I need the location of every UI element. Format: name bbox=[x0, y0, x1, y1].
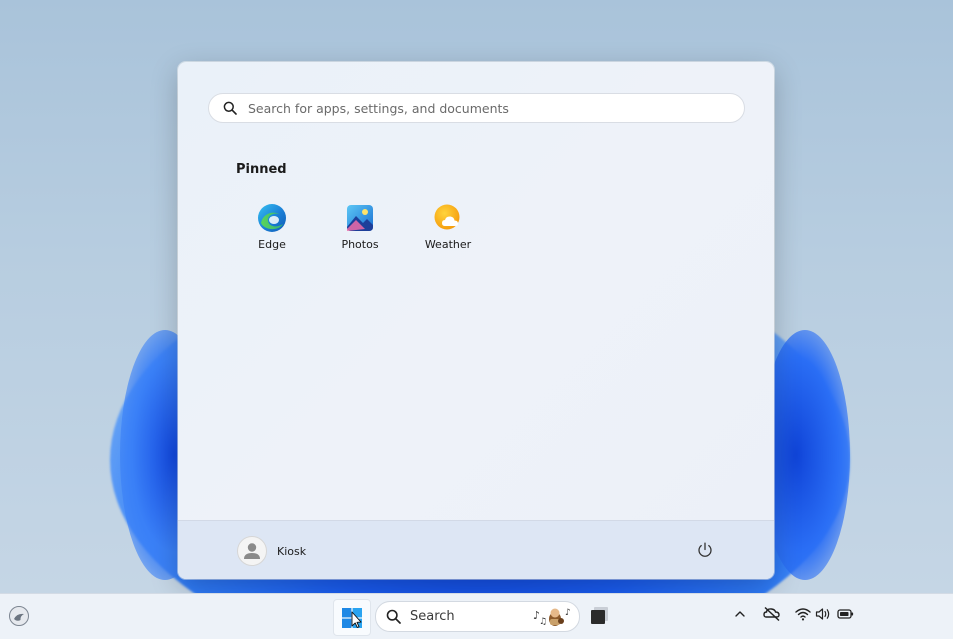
pinned-app-label: Weather bbox=[424, 238, 472, 251]
start-menu-footer: Kiosk bbox=[178, 520, 774, 579]
user-avatar-icon bbox=[237, 536, 267, 566]
start-button[interactable] bbox=[333, 599, 371, 636]
pinned-app-label: Edge bbox=[258, 238, 286, 251]
user-name: Kiosk bbox=[277, 544, 307, 558]
start-search-input[interactable] bbox=[248, 100, 718, 116]
power-icon[interactable] bbox=[696, 541, 714, 559]
photos-icon bbox=[345, 203, 375, 233]
pinned-app-label: Photos bbox=[341, 238, 379, 251]
pinned-apps-grid: Edge Photos Weather bbox=[228, 194, 492, 268]
wifi-icon[interactable] bbox=[795, 607, 811, 621]
edge-icon bbox=[257, 203, 287, 233]
svg-text:♫: ♫ bbox=[539, 617, 547, 627]
svg-text:♪: ♪ bbox=[565, 608, 571, 618]
chevron-up-icon[interactable] bbox=[733, 607, 747, 621]
start-menu: Pinned bbox=[178, 62, 774, 579]
pinned-app-weather[interactable]: Weather bbox=[404, 194, 492, 268]
pinned-app-photos[interactable]: Photos bbox=[316, 194, 404, 268]
volume-icon[interactable] bbox=[815, 607, 831, 621]
user-account-button[interactable]: Kiosk bbox=[237, 536, 306, 566]
search-highlight-icon[interactable]: ♪ ♫ ♪ bbox=[531, 604, 573, 629]
widgets-icon[interactable] bbox=[8, 605, 30, 627]
search-icon bbox=[223, 101, 237, 115]
search-icon bbox=[386, 609, 401, 624]
taskbar-search-label: Search bbox=[410, 609, 455, 624]
windows-logo-icon bbox=[340, 606, 364, 630]
meet-now-icon[interactable] bbox=[763, 606, 781, 622]
start-search-box[interactable] bbox=[208, 93, 745, 123]
pinned-heading: Pinned bbox=[236, 162, 287, 177]
task-view-icon[interactable] bbox=[589, 605, 610, 626]
battery-icon[interactable] bbox=[837, 608, 854, 620]
taskbar-search-box[interactable]: Search ♪ ♫ ♪ bbox=[375, 601, 580, 632]
pinned-app-edge[interactable]: Edge bbox=[228, 194, 316, 268]
weather-icon bbox=[433, 203, 463, 233]
system-tray bbox=[733, 606, 864, 622]
taskbar: Search ♪ ♫ ♪ bbox=[0, 593, 953, 639]
